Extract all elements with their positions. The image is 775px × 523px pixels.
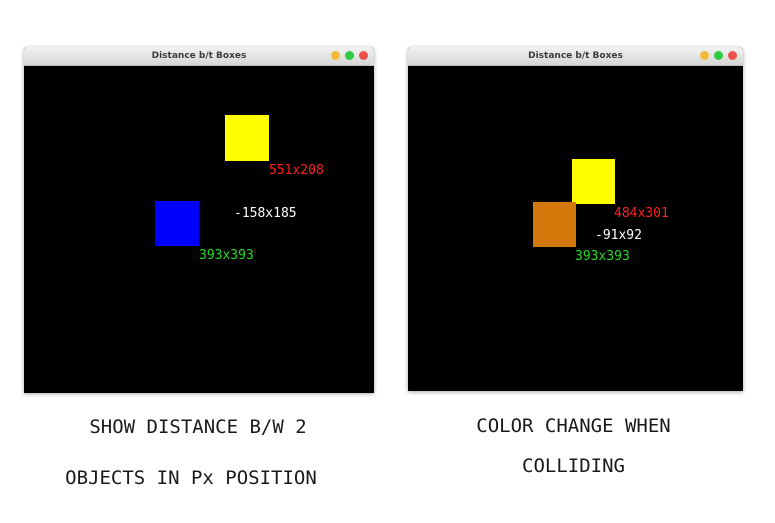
yellow-box[interactable]: [572, 159, 615, 204]
minimize-button[interactable]: [331, 51, 340, 60]
yellow-box-position-label: 551x208: [269, 163, 324, 178]
yellow-box-position-label: 484x301: [614, 206, 669, 221]
close-button[interactable]: [728, 51, 737, 60]
caption-left-line2: OBJECTS IN Px POSITION: [65, 467, 317, 489]
window-distance-demo: Distance b/t Boxes 551x208 -158x185 393x…: [24, 47, 374, 393]
title-bar[interactable]: Distance b/t Boxes: [24, 47, 374, 66]
blue-box-position-label: 393x393: [199, 248, 254, 263]
distance-label: -158x185: [234, 206, 297, 221]
title-bar[interactable]: Distance b/t Boxes: [408, 47, 743, 66]
close-button[interactable]: [359, 51, 368, 60]
window-title: Distance b/t Boxes: [528, 51, 623, 61]
colliding-box-position-label: 393x393: [575, 249, 630, 264]
window-collision-demo: Distance b/t Boxes 484x301 -91x92 393x39…: [408, 47, 743, 391]
game-canvas[interactable]: 484x301 -91x92 393x393: [408, 66, 743, 391]
caption-left-line1: SHOW DISTANCE B/W 2: [89, 416, 307, 438]
caption-right-line2: COLLIDING: [522, 455, 625, 477]
maximize-button[interactable]: [714, 51, 723, 60]
window-controls: [331, 51, 368, 60]
yellow-box[interactable]: [225, 115, 269, 161]
game-canvas[interactable]: 551x208 -158x185 393x393: [24, 66, 374, 393]
distance-label: -91x92: [595, 228, 642, 243]
colliding-box[interactable]: [533, 202, 576, 247]
caption-right-line1: COLOR CHANGE WHEN: [476, 415, 671, 437]
blue-box[interactable]: [155, 201, 199, 246]
page: Distance b/t Boxes 551x208 -158x185 393x…: [0, 0, 775, 523]
minimize-button[interactable]: [700, 51, 709, 60]
maximize-button[interactable]: [345, 51, 354, 60]
window-title: Distance b/t Boxes: [151, 51, 247, 61]
window-controls: [700, 51, 737, 60]
